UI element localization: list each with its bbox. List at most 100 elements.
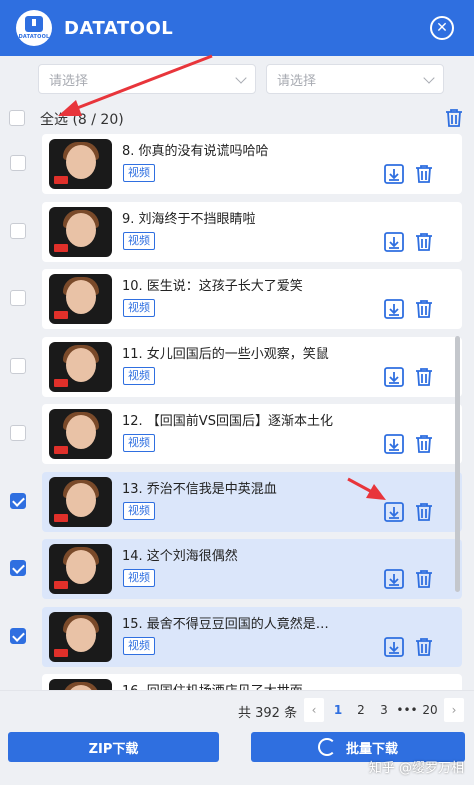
filter-select-2[interactable]: 请选择	[266, 64, 444, 94]
download-button[interactable]	[383, 636, 405, 658]
item-checkbox[interactable]	[10, 627, 26, 644]
list-item[interactable]: 13. 乔治不信我是中英混血 视频	[0, 471, 474, 532]
delete-button[interactable]	[413, 433, 435, 455]
download-icon	[384, 569, 404, 589]
list-item[interactable]: 14. 这个刘海很偶然 视频	[0, 539, 474, 599]
video-tag: 视频	[123, 366, 155, 385]
trash-icon	[416, 300, 432, 318]
download-icon	[384, 366, 404, 387]
trash-icon	[416, 367, 432, 386]
item-checkbox[interactable]	[10, 560, 26, 576]
item-checkbox[interactable]	[10, 290, 26, 306]
chevron-down-icon	[423, 72, 435, 84]
item-card: 8. 你真的没有说谎吗哈哈 视频	[42, 134, 462, 194]
item-title: 11. 女儿回国后的一些小观察，笑鼠	[122, 346, 329, 362]
delete-button[interactable]	[413, 366, 435, 388]
download-button[interactable]	[383, 433, 405, 455]
item-card: 10. 医生说：这孩子长大了爱笑 视频	[42, 269, 462, 329]
page-2-button[interactable]: 2	[353, 698, 369, 722]
video-tag: 视频	[123, 569, 155, 587]
main-panel: 请选择 请选择 全选 (8 / 20) 8. 你真的没有说谎吗哈哈 视频 9. 刘海…	[0, 56, 474, 785]
video-thumbnail[interactable]	[49, 476, 112, 527]
trash-icon	[446, 109, 462, 127]
loading-spinner-icon	[317, 738, 336, 756]
item-checkbox[interactable]	[10, 222, 26, 239]
item-card: 9. 刘海终于不挡眼睛啦 视频	[42, 201, 462, 262]
list-item[interactable]: 10. 医生说：这孩子长大了爱笑 视频	[0, 269, 474, 329]
download-button[interactable]	[383, 501, 405, 523]
delete-button[interactable]	[413, 501, 435, 523]
download-button[interactable]	[383, 298, 405, 320]
trash-icon	[416, 232, 432, 251]
select-all-checkbox[interactable]	[9, 110, 25, 126]
video-thumbnail[interactable]	[49, 206, 112, 257]
trash-icon	[416, 435, 432, 453]
download-button[interactable]	[383, 568, 405, 590]
page-1-button[interactable]: 1	[330, 698, 346, 722]
page-20-button[interactable]: 20	[420, 698, 440, 722]
app-logo: DATATOOL	[16, 10, 52, 46]
video-list: 8. 你真的没有说谎吗哈哈 视频 9. 刘海终于不挡眼睛啦 视频 10. 医生说：这孩子…	[0, 134, 474, 690]
select-all-row: 全选 (8 / 20)	[0, 104, 474, 132]
delete-button[interactable]	[413, 163, 435, 185]
filter-placeholder: 请选择	[277, 73, 317, 89]
trash-icon	[416, 165, 432, 183]
item-card: 15. 最舍不得豆豆回国的人竟然是… 视频	[42, 606, 462, 667]
list-scrollbar[interactable]	[455, 336, 460, 592]
download-button[interactable]	[383, 231, 405, 253]
video-tag: 视频	[123, 164, 155, 182]
filter-placeholder: 请选择	[49, 73, 89, 89]
item-title: 13. 乔治不信我是中英混血	[122, 481, 277, 497]
prev-page-button[interactable]: ‹	[304, 698, 324, 722]
video-thumbnail[interactable]	[49, 679, 112, 690]
video-thumbnail[interactable]	[49, 274, 112, 324]
item-title: 9. 刘海终于不挡眼睛啦	[122, 211, 256, 227]
list-item[interactable]: 15. 最舍不得豆豆回国的人竟然是… 视频	[0, 606, 474, 667]
video-thumbnail[interactable]	[49, 341, 112, 392]
zip-download-button[interactable]: ZIP下载	[8, 732, 219, 762]
list-item[interactable]: 8. 你真的没有说谎吗哈哈 视频	[0, 134, 474, 194]
item-checkbox[interactable]	[10, 492, 26, 509]
trash-icon	[416, 502, 432, 521]
video-thumbnail[interactable]	[49, 611, 112, 662]
item-title: 10. 医生说：这孩子长大了爱笑	[122, 279, 303, 294]
item-checkbox[interactable]	[10, 425, 26, 441]
download-icon	[384, 501, 404, 522]
delete-button[interactable]	[413, 231, 435, 253]
item-card: 16. 回国住机场酒店见了大世面视频	[42, 674, 462, 690]
list-item[interactable]: 16. 回国住机场酒店见了大世面视频	[0, 674, 474, 690]
video-tag: 视频	[123, 231, 155, 250]
delete-button[interactable]	[413, 298, 435, 320]
download-icon	[384, 434, 404, 454]
app-header: DATATOOL DATATOOL ✕	[0, 0, 474, 56]
item-checkbox[interactable]	[10, 357, 26, 374]
video-thumbnail[interactable]	[49, 544, 112, 594]
chevron-right-icon: ›	[451, 703, 457, 717]
delete-all-button[interactable]	[443, 107, 465, 129]
item-title: 14. 这个刘海很偶然	[122, 549, 238, 564]
delete-button[interactable]	[413, 636, 435, 658]
filter-select-1[interactable]: 请选择	[38, 64, 256, 94]
download-button[interactable]	[383, 163, 405, 185]
batch-download-label: 批量下载	[345, 741, 398, 757]
download-icon	[384, 299, 404, 319]
video-tag: 视频	[123, 434, 155, 452]
logo-text: DATATOOL	[18, 34, 50, 40]
next-page-button[interactable]: ›	[444, 698, 464, 722]
download-button[interactable]	[383, 366, 405, 388]
item-checkbox[interactable]	[10, 155, 26, 171]
page-ellipsis[interactable]: •••	[396, 698, 417, 722]
item-title: 16. 回国住机场酒店见了大世面	[122, 680, 303, 690]
chevron-down-icon	[235, 72, 247, 84]
video-thumbnail[interactable]	[49, 409, 112, 459]
list-item[interactable]: 11. 女儿回国后的一些小观察，笑鼠 视频	[0, 336, 474, 397]
video-thumbnail[interactable]	[49, 139, 112, 189]
close-button[interactable]: ✕	[430, 16, 454, 40]
item-card: 11. 女儿回国后的一些小观察，笑鼠 视频	[42, 336, 462, 397]
list-item[interactable]: 12. 【回国前VS回国后】逐渐本土化 视频	[0, 404, 474, 464]
page-3-button[interactable]: 3	[376, 698, 392, 722]
item-card: 12. 【回国前VS回国后】逐渐本土化 视频	[42, 404, 462, 464]
delete-button[interactable]	[413, 568, 435, 590]
download-icon	[384, 231, 404, 252]
list-item[interactable]: 9. 刘海终于不挡眼睛啦 视频	[0, 201, 474, 262]
